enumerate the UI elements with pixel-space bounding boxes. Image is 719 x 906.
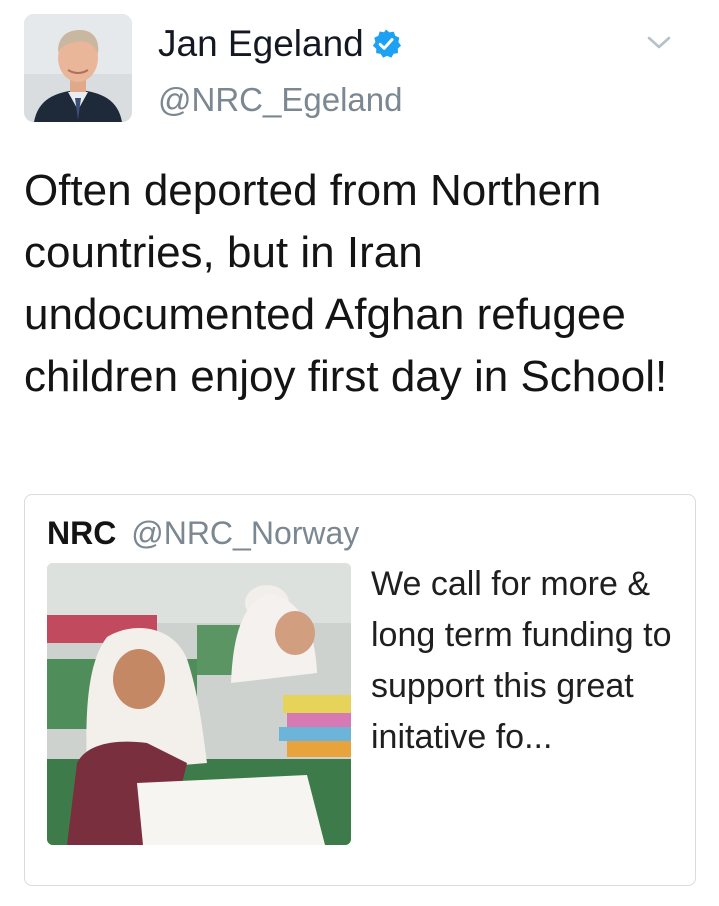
chevron-down-icon[interactable]: [644, 30, 674, 56]
verified-badge-icon: [370, 28, 402, 60]
quoted-tweet-text: We call for more & long term funding to …: [371, 565, 672, 756]
quoted-tweet-photo[interactable]: [47, 563, 351, 845]
quoted-author-handle: @NRC_Norway: [131, 515, 360, 551]
author-name-text: Jan Egeland: [158, 23, 364, 64]
avatar[interactable]: [24, 14, 132, 122]
author-name[interactable]: Jan Egeland: [158, 22, 402, 66]
tweet-card: Jan Egeland @NRC_Egeland Often deported …: [0, 0, 719, 906]
tweet-text: Often deported from Northern countries, …: [24, 166, 668, 401]
quoted-author-name: NRC: [47, 515, 117, 551]
quoted-tweet-header: NRC @NRC_Norway: [47, 513, 359, 553]
quoted-tweet[interactable]: NRC @NRC_Norway We call for more & long …: [24, 494, 696, 886]
author-handle[interactable]: @NRC_Egeland: [158, 80, 402, 120]
